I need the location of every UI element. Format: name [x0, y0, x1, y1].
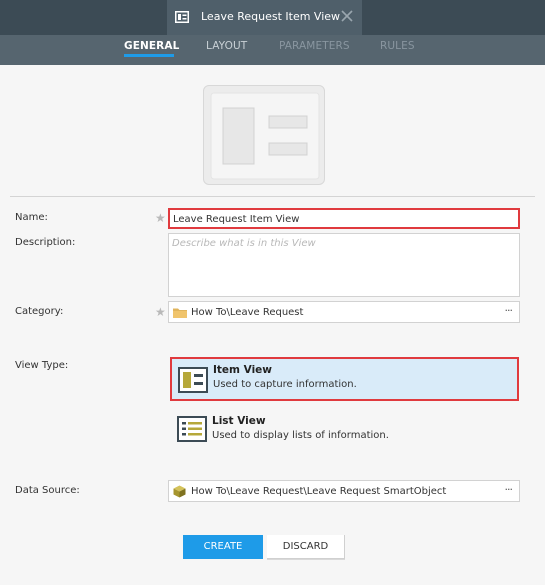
folder-icon: [173, 308, 187, 318]
close-icon[interactable]: [339, 8, 355, 24]
title-bar: Leave Request Item View: [0, 0, 545, 35]
view-type-title: Item View: [213, 364, 273, 376]
data-source-label: Data Source:: [15, 485, 80, 496]
smartobject-icon: [173, 485, 186, 498]
view-type-list-view[interactable]: List View Used to display lists of infor…: [170, 408, 519, 452]
tab-general[interactable]: GENERAL: [124, 40, 179, 52]
create-button[interactable]: CREATE: [183, 535, 263, 559]
item-view-icon: [178, 367, 208, 393]
required-star-icon: ★: [155, 211, 166, 225]
view-thumbnail: [203, 85, 325, 185]
ellipsis-icon[interactable]: ···: [505, 483, 513, 496]
data-source-value: How To\Leave Request\Leave Request Smart…: [191, 486, 447, 497]
description-label: Description:: [15, 237, 76, 248]
discard-button[interactable]: DISCARD: [267, 535, 345, 559]
document-tab-title: Leave Request Item View: [201, 10, 341, 23]
list-view-icon: [177, 416, 207, 442]
category-label: Category:: [15, 306, 64, 317]
view-type-description: Used to capture information.: [213, 379, 357, 390]
item-view-icon: [175, 11, 189, 23]
view-type-label: View Type:: [15, 360, 69, 371]
document-tab[interactable]: Leave Request Item View: [167, 0, 362, 35]
item-view-thumbnail-icon: [210, 92, 320, 180]
view-type-description: Used to display lists of information.: [212, 430, 389, 441]
name-label: Name:: [15, 212, 48, 223]
tab-layout[interactable]: LAYOUT: [206, 40, 247, 52]
tab-rules[interactable]: RULES: [380, 40, 415, 52]
name-field[interactable]: Leave Request Item View: [168, 208, 520, 229]
description-field[interactable]: Describe what is in this View: [168, 233, 520, 297]
view-type-item-view[interactable]: Item View Used to capture information.: [170, 357, 519, 401]
view-type-title: List View: [212, 415, 266, 427]
ellipsis-icon[interactable]: ···: [505, 304, 513, 317]
category-picker[interactable]: How To\Leave Request ···: [168, 301, 520, 323]
active-tab-indicator: [124, 54, 174, 57]
category-value: How To\Leave Request: [191, 307, 304, 318]
section-tabs: GENERAL LAYOUT PARAMETERS RULES: [0, 35, 545, 65]
required-star-icon: ★: [155, 305, 166, 319]
tab-parameters[interactable]: PARAMETERS: [279, 40, 350, 52]
divider: [10, 196, 535, 197]
data-source-picker[interactable]: How To\Leave Request\Leave Request Smart…: [168, 480, 520, 502]
